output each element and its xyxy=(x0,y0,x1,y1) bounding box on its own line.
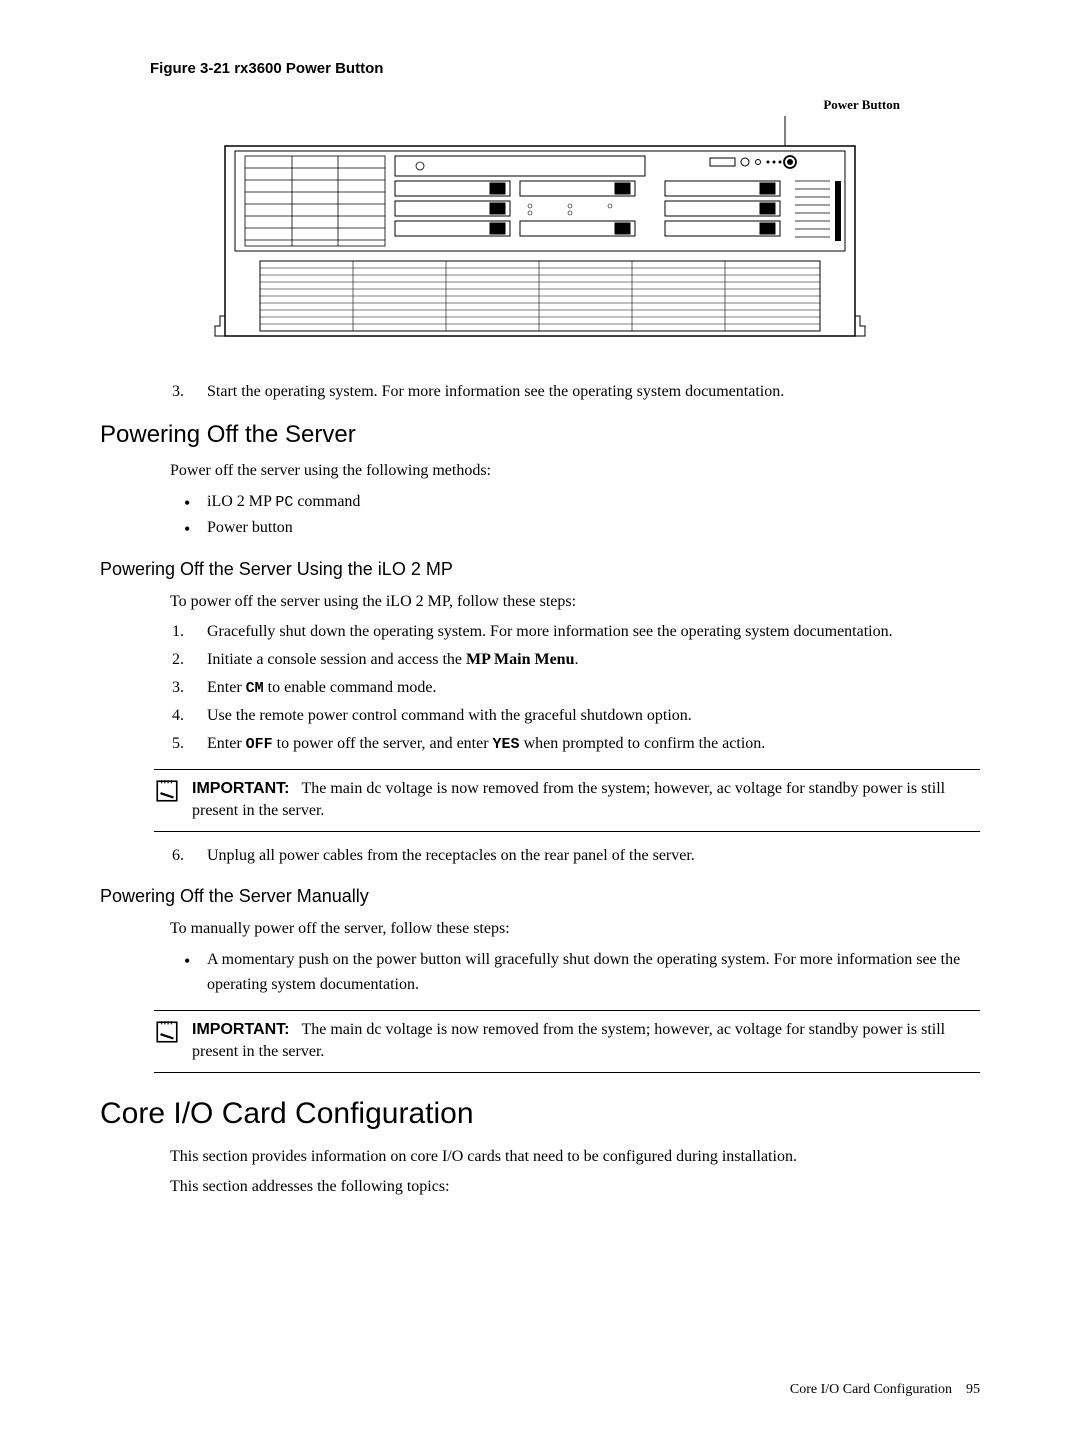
heading-manual-poweroff: Powering Off the Server Manually xyxy=(100,886,980,907)
heading-ilo-poweroff: Powering Off the Server Using the iLO 2 … xyxy=(100,559,980,580)
manual-steps-list: A momentary push on the power button wil… xyxy=(172,947,980,998)
note-icon xyxy=(154,1019,184,1050)
powering-off-intro: Power off the server using the following… xyxy=(170,459,980,483)
step-number: 3. xyxy=(172,381,207,403)
manual-intro: To manually power off the server, follow… xyxy=(170,917,980,941)
step-3: 3. Start the operating system. For more … xyxy=(172,381,980,403)
step-text: Start the operating system. For more inf… xyxy=(207,381,784,403)
list-item: iLO 2 MP PC command xyxy=(172,489,980,515)
page-footer: Core I/O Card Configuration 95 xyxy=(790,1382,980,1398)
callout-text: IMPORTANT: The main dc voltage is now re… xyxy=(192,1019,980,1064)
core-io-p2: This section addresses the following top… xyxy=(170,1175,980,1199)
powering-off-methods-list: iLO 2 MP PC command Power button xyxy=(172,489,980,541)
power-button-label: Power Button xyxy=(100,97,900,113)
note-icon xyxy=(154,778,184,809)
core-io-p1: This section provides information on cor… xyxy=(170,1145,980,1169)
important-callout: IMPORTANT: The main dc voltage is now re… xyxy=(154,1010,980,1073)
heading-powering-off: Powering Off the Server xyxy=(100,421,980,449)
list-item: Gracefully shut down the operating syste… xyxy=(172,620,980,644)
ilo-steps: Gracefully shut down the operating syste… xyxy=(172,620,980,757)
important-callout: IMPORTANT: The main dc voltage is now re… xyxy=(154,769,980,832)
ilo-steps-continued: Unplug all power cables from the recepta… xyxy=(172,844,980,868)
list-item: Enter CM to enable command mode. xyxy=(172,676,980,701)
list-item: Enter OFF to power off the server, and e… xyxy=(172,732,980,757)
heading-core-io: Core I/O Card Configuration xyxy=(100,1097,980,1131)
server-diagram xyxy=(210,116,870,346)
callout-text: IMPORTANT: The main dc voltage is now re… xyxy=(192,778,980,823)
list-item: A momentary push on the power button wil… xyxy=(172,947,980,998)
list-item: Power button xyxy=(172,515,980,541)
ilo-intro: To power off the server using the iLO 2 … xyxy=(170,590,980,614)
list-item: Initiate a console session and access th… xyxy=(172,648,980,672)
list-item: Unplug all power cables from the recepta… xyxy=(172,844,980,868)
figure-caption: Figure 3-21 rx3600 Power Button xyxy=(150,60,980,77)
list-item: Use the remote power control command wit… xyxy=(172,704,980,728)
